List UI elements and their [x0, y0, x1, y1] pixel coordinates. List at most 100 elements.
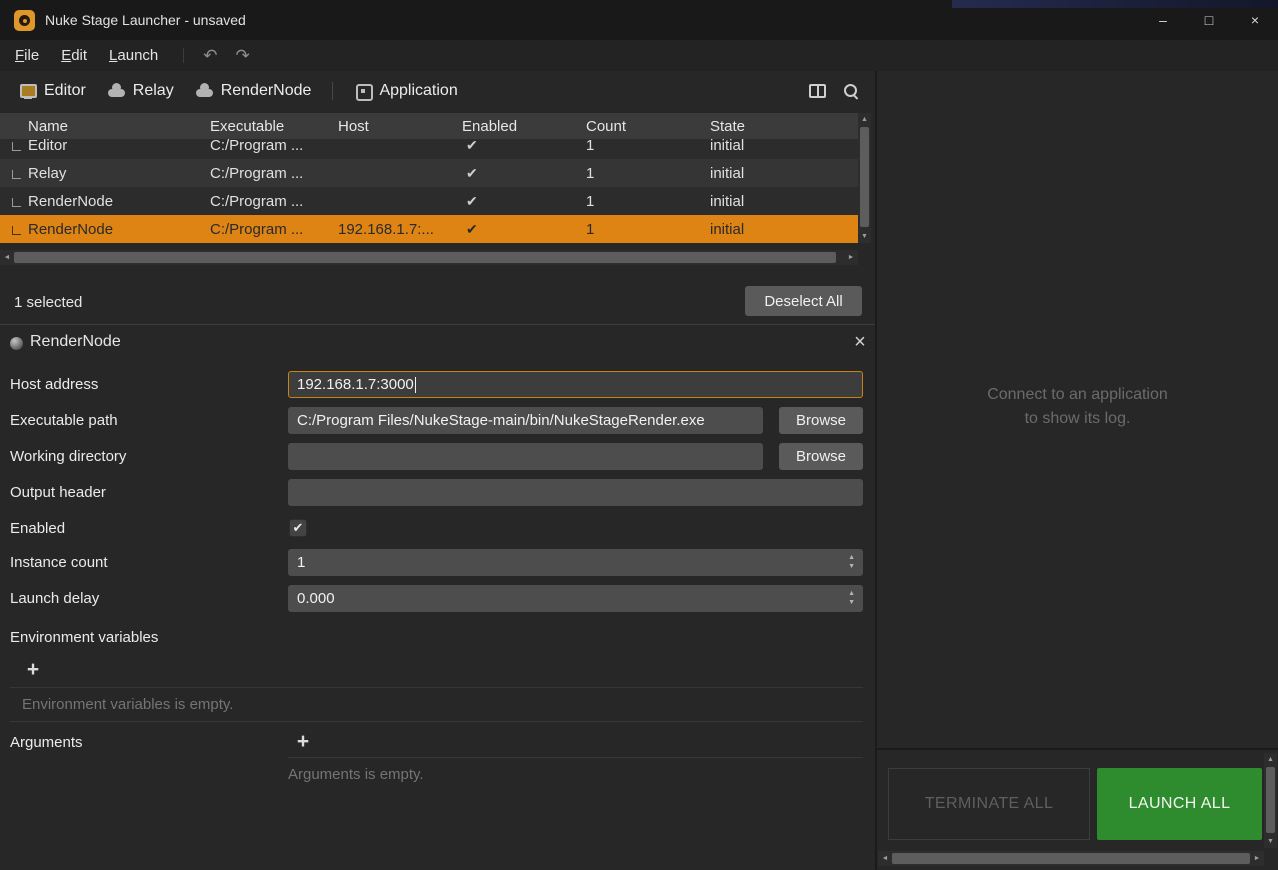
cell-state: initial [710, 139, 858, 154]
menubar-separator [183, 48, 184, 63]
redo-icon[interactable]: ↷ [227, 46, 259, 66]
menubar: File Edit Launch ↶ ↷ [0, 40, 1278, 71]
toolbar-add-editor[interactable]: Editor [8, 82, 97, 100]
detail-close-icon[interactable]: × [848, 330, 872, 354]
cell-count: 1 [586, 221, 710, 238]
scroll-up-icon[interactable]: ▲ [1264, 753, 1277, 766]
panel-divider[interactable] [875, 71, 877, 870]
working-directory-label: Working directory [10, 443, 126, 470]
enabled-label: Enabled [10, 515, 65, 542]
actions-horizontal-scrollbar[interactable]: ◄ ► [878, 851, 1264, 866]
enabled-checkbox[interactable]: ✔ [289, 519, 307, 537]
menu-file[interactable]: File [4, 47, 50, 64]
launch-all-button[interactable]: LAUNCH ALL [1097, 768, 1262, 840]
table-vertical-scrollbar[interactable]: ▲ ▼ [858, 113, 871, 243]
checkbox-check-icon: ✔ [293, 520, 304, 536]
spin-up-icon[interactable]: ▲ [848, 554, 855, 562]
table-row-relay[interactable]: Relay C:/Program ... ✔ 1 initial [0, 159, 858, 187]
spin-down-icon[interactable]: ▼ [848, 563, 855, 571]
stepper-arrows: ▲ ▼ [848, 554, 855, 571]
cell-count: 1 [586, 165, 710, 182]
cell-executable: C:/Program ... [210, 193, 338, 210]
table-row-rendernode-selected[interactable]: RenderNode C:/Program ... 192.168.1.7:..… [0, 215, 858, 243]
column-header-executable[interactable]: Executable [210, 118, 338, 135]
tree-branch-icon [12, 198, 21, 207]
toolbar-add-relay[interactable]: Relay [97, 82, 185, 100]
toolbar-add-rendernode[interactable]: RenderNode [185, 82, 323, 100]
horizontal-scrollbar-handle[interactable] [892, 853, 1250, 864]
host-address-input[interactable]: 192.168.1.7:3000 [288, 371, 863, 398]
environment-variables-label: Environment variables [10, 624, 158, 651]
menu-launch[interactable]: Launch [98, 47, 169, 64]
working-directory-input[interactable] [288, 443, 763, 470]
table-horizontal-scrollbar[interactable]: ◄ ► [0, 250, 858, 265]
spin-up-icon[interactable]: ▲ [848, 590, 855, 598]
output-header-input[interactable] [288, 479, 863, 506]
terminate-all-button[interactable]: TERMINATE ALL [888, 768, 1090, 840]
toolbar-add-application[interactable]: Application [343, 82, 468, 100]
environment-variables-empty-text: Environment variables is empty. [22, 696, 233, 713]
section-divider [0, 324, 876, 325]
undo-icon[interactable]: ↶ [194, 46, 226, 66]
vertical-scrollbar-handle[interactable] [860, 127, 869, 227]
working-directory-browse-button[interactable]: Browse [779, 443, 863, 470]
toolbar-editor-label: Editor [44, 82, 86, 100]
arguments-empty-text: Arguments is empty. [288, 766, 424, 783]
actions-vertical-scrollbar[interactable]: ▲ ▼ [1264, 753, 1277, 848]
log-actions-divider [877, 748, 1278, 750]
instance-count-label: Instance count [10, 549, 108, 576]
toolbar-rendernode-label: RenderNode [221, 82, 312, 100]
executable-path-input[interactable]: C:/Program Files/NukeStage-main/bin/Nuke… [288, 407, 763, 434]
cell-count: 1 [586, 193, 710, 210]
tree-branch-icon [12, 170, 21, 179]
toolbar-separator [332, 82, 333, 100]
cell-state: initial [710, 165, 858, 182]
scroll-right-icon[interactable]: ► [844, 250, 858, 265]
launch-delay-label: Launch delay [10, 585, 99, 612]
column-header-count[interactable]: Count [586, 118, 710, 135]
executable-path-value: C:/Program Files/NukeStage-main/bin/Nuke… [297, 412, 705, 429]
enabled-check-icon: ✔ [462, 221, 586, 238]
search-icon[interactable] [842, 82, 860, 100]
menu-edit[interactable]: Edit [50, 47, 98, 64]
scroll-left-icon[interactable]: ◄ [878, 851, 892, 866]
launch-delay-stepper[interactable]: 0.000 ▲ ▼ [288, 585, 863, 612]
window-title: Nuke Stage Launcher - unsaved [45, 12, 246, 28]
cell-name: RenderNode [28, 193, 113, 210]
executable-browse-button[interactable]: Browse [779, 407, 863, 434]
add-environment-variable-button[interactable]: + [22, 658, 44, 682]
tree-branch-icon [12, 142, 21, 151]
app-icon[interactable] [14, 10, 35, 31]
spin-down-icon[interactable]: ▼ [848, 599, 855, 607]
scroll-left-icon[interactable]: ◄ [0, 250, 14, 265]
enabled-check-icon: ✔ [462, 139, 586, 154]
column-header-name[interactable]: Name [0, 118, 210, 135]
add-argument-button[interactable]: + [292, 730, 314, 754]
list-divider [10, 687, 863, 688]
table-row-editor[interactable]: Editor C:/Program ... ✔ 1 initial [0, 139, 858, 159]
deselect-all-button[interactable]: Deselect All [745, 286, 862, 316]
scroll-up-icon[interactable]: ▲ [858, 113, 871, 126]
scroll-down-icon[interactable]: ▼ [858, 230, 871, 243]
instance-count-stepper[interactable]: 1 ▲ ▼ [288, 549, 863, 576]
scroll-right-icon[interactable]: ► [1250, 851, 1264, 866]
column-header-state[interactable]: State [710, 118, 858, 135]
cell-state: initial [710, 221, 858, 238]
table-row-rendernode[interactable]: RenderNode C:/Program ... ✔ 1 initial [0, 187, 858, 215]
column-header-enabled[interactable]: Enabled [462, 118, 586, 135]
launch-delay-value: 0.000 [297, 590, 335, 607]
cell-state: initial [710, 193, 858, 210]
scroll-down-icon[interactable]: ▼ [1264, 835, 1277, 848]
output-header-label: Output header [10, 479, 106, 506]
cell-executable: C:/Program ... [210, 221, 338, 238]
log-placeholder-line: Connect to an application [877, 383, 1278, 407]
cell-host: 192.168.1.7:... [338, 221, 462, 238]
vertical-scrollbar-handle[interactable] [1266, 767, 1275, 833]
horizontal-scrollbar-handle[interactable] [14, 252, 836, 263]
column-header-host[interactable]: Host [338, 118, 462, 135]
cell-executable: C:/Program ... [210, 139, 338, 154]
columns-icon[interactable] [809, 84, 826, 98]
cell-name: Relay [28, 165, 66, 182]
cell-count: 1 [586, 139, 710, 154]
editor-icon [19, 82, 37, 100]
